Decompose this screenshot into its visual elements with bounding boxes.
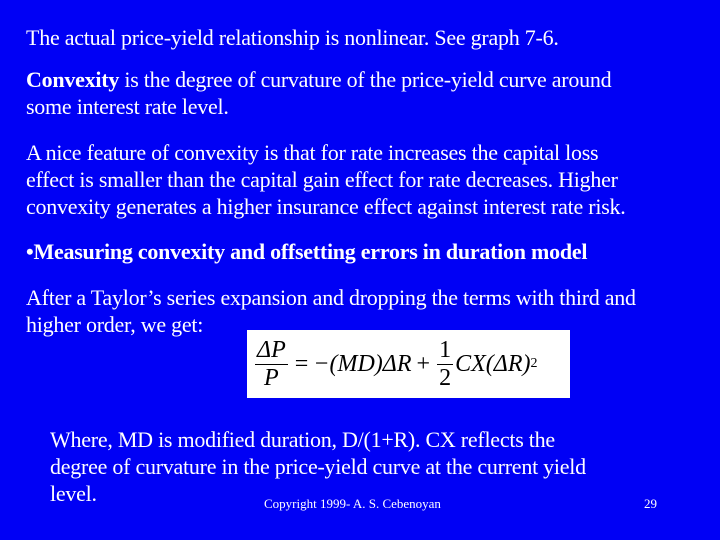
convexity-definition-line-2: some interest rate level. bbox=[26, 94, 229, 119]
bullet-heading-text: •Measuring convexity and offsetting erro… bbox=[26, 239, 588, 264]
definitions-line-2: degree of curvature in the price-yield c… bbox=[50, 454, 586, 479]
convexity-term: Convexity bbox=[26, 67, 120, 92]
definitions-line-1: Where, MD is modified duration, D/(1+R).… bbox=[50, 427, 555, 452]
footer-copyright: Copyright 1999- A. S. Cebenoyan bbox=[264, 496, 441, 511]
half-fraction: 1 2 bbox=[437, 336, 454, 392]
convexity-definition-line-1: Convexity is the degree of curvature of … bbox=[26, 66, 716, 93]
intro-paragraph: The actual price-yield relationship is n… bbox=[26, 24, 716, 51]
page-number: 29 bbox=[644, 496, 657, 511]
convexity-definition-text: is the degree of curvature of the price-… bbox=[119, 67, 612, 92]
equals-sign: = bbox=[294, 350, 309, 377]
half-denominator: 2 bbox=[439, 364, 452, 391]
convexity-feature-line-1: A nice feature of convexity is that for … bbox=[26, 140, 599, 165]
lhs-denominator: P bbox=[264, 364, 279, 391]
plus-sign: + bbox=[416, 350, 431, 377]
intro-text: The actual price-yield relationship is n… bbox=[26, 25, 559, 50]
convexity-formula: ΔP P = −(MD)ΔR + 1 2 CX(ΔR) 2 bbox=[247, 330, 570, 398]
convexity-feature-line-2: effect is smaller than the capital gain … bbox=[26, 167, 618, 192]
exponent: 2 bbox=[530, 356, 538, 371]
convexity-definition-paragraph: Convexity is the degree of curvature of … bbox=[26, 66, 716, 120]
convexity-feature-line-3: convexity generates a higher insurance e… bbox=[26, 194, 626, 219]
convexity-term-formula: CX(ΔR) bbox=[455, 350, 531, 377]
definitions-paragraph: Where, MD is modified duration, D/(1+R).… bbox=[50, 426, 690, 507]
half-numerator: 1 bbox=[437, 336, 454, 365]
taylor-expansion-line-1: After a Taylor’s series expansion and dr… bbox=[26, 285, 636, 310]
convexity-feature-paragraph: A nice feature of convexity is that for … bbox=[26, 139, 716, 220]
bullet-heading: •Measuring convexity and offsetting erro… bbox=[26, 238, 716, 265]
lhs-numerator: ΔP bbox=[255, 336, 288, 365]
duration-term: −(MD)ΔR bbox=[313, 350, 412, 377]
lhs-fraction: ΔP P bbox=[255, 337, 288, 392]
